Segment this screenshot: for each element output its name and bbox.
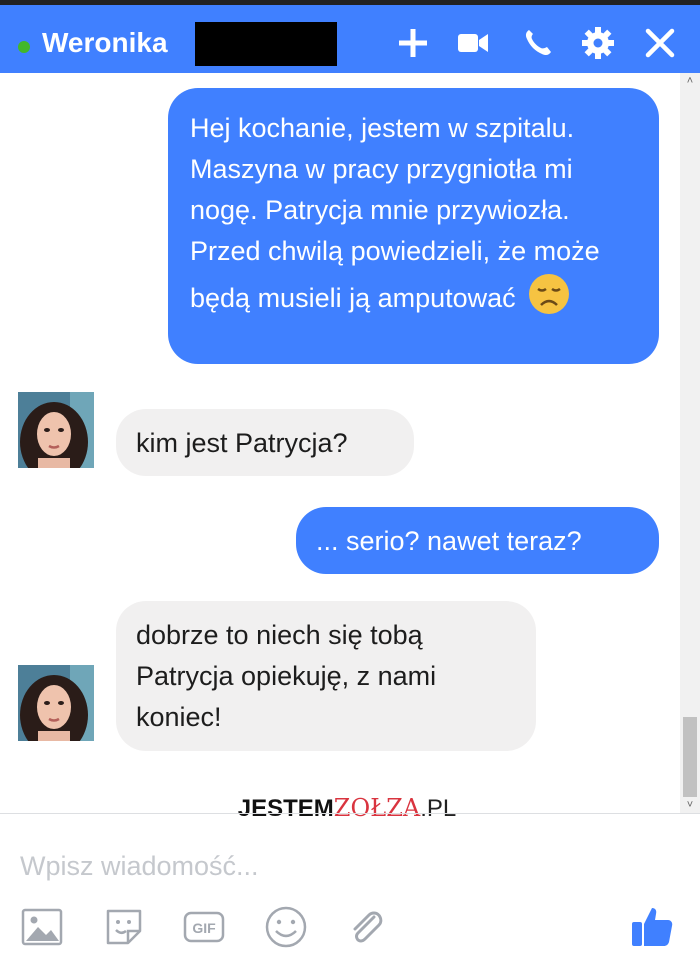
avatar[interactable] bbox=[18, 392, 94, 468]
message-text: dobrze to niech się tobą Patrycja opieku… bbox=[136, 620, 437, 732]
disappointed-face-icon bbox=[527, 272, 571, 328]
add-icon[interactable] bbox=[395, 25, 431, 61]
video-call-icon[interactable] bbox=[455, 25, 491, 61]
phone-icon[interactable] bbox=[520, 25, 556, 61]
gif-icon[interactable]: GIF bbox=[182, 905, 226, 949]
close-icon[interactable] bbox=[642, 25, 678, 61]
watermark: JESTEMZOŁZA.PL bbox=[222, 790, 472, 826]
scrollbar[interactable]: ˄ ˅ bbox=[680, 73, 700, 813]
scroll-down-icon[interactable]: ˅ bbox=[680, 797, 700, 813]
message-incoming: kim jest Patrycja? bbox=[116, 409, 414, 476]
scroll-up-icon[interactable]: ˄ bbox=[680, 73, 700, 89]
message-outgoing: Hej kochanie, jestem w szpitalu. Maszyna… bbox=[168, 88, 659, 364]
message-outgoing: ... serio? nawet teraz? bbox=[296, 507, 659, 574]
message-text: ... serio? nawet teraz? bbox=[316, 526, 582, 556]
attachment-icon[interactable] bbox=[344, 905, 388, 949]
svg-text:GIF: GIF bbox=[192, 920, 216, 936]
chat-header: Weronika bbox=[0, 5, 700, 73]
online-status-icon bbox=[18, 41, 30, 53]
message-incoming: dobrze to niech się tobą Patrycja opieku… bbox=[116, 601, 536, 751]
sticker-icon[interactable] bbox=[102, 905, 146, 949]
scroll-thumb[interactable] bbox=[683, 717, 697, 797]
message-list[interactable]: Hej kochanie, jestem w szpitalu. Maszyna… bbox=[0, 73, 680, 813]
image-icon[interactable] bbox=[20, 905, 64, 949]
message-input[interactable] bbox=[18, 845, 622, 887]
gear-icon[interactable] bbox=[580, 25, 616, 61]
redacted-surname bbox=[195, 22, 337, 66]
contact-name[interactable]: Weronika bbox=[42, 27, 168, 59]
avatar[interactable] bbox=[18, 665, 94, 741]
like-icon[interactable] bbox=[628, 902, 676, 950]
emoji-icon[interactable] bbox=[264, 905, 308, 949]
composer-divider bbox=[0, 813, 700, 814]
message-text: kim jest Patrycja? bbox=[136, 428, 348, 458]
